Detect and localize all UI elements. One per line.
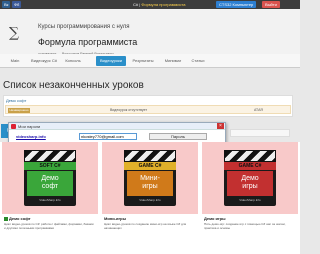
card-screen-line1: Демо <box>241 175 259 182</box>
card-band-label: SOFT C# <box>24 162 76 170</box>
vk-link[interactable]: Вк <box>2 1 11 8</box>
lesson-status-badge: Незавершено <box>8 108 30 113</box>
dialog-titlebar[interactable]: Мои пароли × <box>9 123 225 130</box>
close-icon[interactable]: × <box>217 123 224 129</box>
card-foot: VideoSharp.Info <box>39 198 61 202</box>
tab-articles[interactable]: Статьи <box>188 56 208 66</box>
background-cell <box>230 129 290 137</box>
course-cards: SOFT C# Демо софт VideoSharp.Info Демо с… <box>0 142 300 254</box>
logout-button[interactable]: Выйти <box>262 1 280 8</box>
card-screen-line2: игры <box>142 183 158 190</box>
clapper-top <box>224 150 276 162</box>
lesson-title[interactable]: Демо софт <box>6 98 26 103</box>
card-title[interactable]: Демо софт <box>4 216 31 221</box>
clapper-top <box>24 150 76 162</box>
card-description: Цикл видео-уроков по C#: работа с файлам… <box>4 222 94 230</box>
card-foot: VideoSharp.Info <box>239 198 261 202</box>
email-field[interactable]: nkostey770@gmail.com <box>79 133 137 140</box>
fb-link[interactable]: Фб <box>12 1 22 8</box>
tab-videolessons[interactable]: Видеоуроки <box>96 56 126 66</box>
tab-results[interactable]: Результаты <box>130 56 156 66</box>
card-foot: VideoSharp.Info <box>139 198 161 202</box>
site-link[interactable]: videosharp.info <box>16 133 71 140</box>
card-title[interactable]: Демо игры <box>204 216 226 221</box>
card-description: Пять демо-игр: создание игр с помощью C#… <box>204 222 286 230</box>
clapperboard-icon[interactable]: SOFT C# Демо софт VideoSharp.Info <box>24 162 76 206</box>
card-title-text: Демо софт <box>9 216 31 221</box>
tab-videocourse[interactable]: Видеокурс C# <box>28 56 60 66</box>
card-screen-line2: игры <box>242 183 258 190</box>
course-card[interactable]: GAME C# Мини- игры VideoSharp.Info Мини-… <box>102 142 198 254</box>
tab-main[interactable]: Main <box>6 56 24 66</box>
card-band-label: GAME C# <box>124 162 176 170</box>
course-card[interactable]: GAME C# Демо игры VideoSharp.Info Демо и… <box>202 142 298 254</box>
top-bar-title: C# | Формула программиста <box>133 1 186 8</box>
card-title-text: Демо игры <box>204 216 226 221</box>
card-screen: Демо софт <box>27 171 73 196</box>
unfinished-lesson-panel: Демо софт Незавершено Видеоурок отсутств… <box>3 95 293 117</box>
card-screen-line1: Мини- <box>140 175 160 182</box>
top-bar-highlight[interactable]: Формула программиста <box>141 2 185 7</box>
page-title: Список незаконченных уроков <box>3 80 144 91</box>
lesson-row-text: Видеоурок отсутствует <box>110 108 148 112</box>
card-screen-line2: софт <box>41 183 59 190</box>
site-header: ∑ Курсы программирования с нуля Формула … <box>0 9 300 56</box>
main-nav: Main Видеокурс C# Консоль Видеоуроки Рез… <box>0 54 300 68</box>
card-screen: Демо игры <box>227 171 273 196</box>
card-description: Цикл видео-уроков по созданию мини-игр н… <box>104 222 187 230</box>
card-title[interactable]: Мини-игры <box>104 216 126 221</box>
card-band-label: GAME C# <box>224 162 276 170</box>
lesson-row-right: АТАЯ <box>254 108 263 112</box>
status-dot-icon <box>4 216 8 221</box>
tab-minimag[interactable]: Минимаг <box>162 56 184 66</box>
site-logo-icon[interactable]: ∑ <box>5 24 23 42</box>
clapper-top <box>124 150 176 162</box>
header-subtitle: Курсы программирования с нуля <box>38 24 130 30</box>
top-bar: Вк Фб C# | Формула программиста CTS32 Ко… <box>0 0 300 9</box>
dialog-title: Мои пароли <box>18 124 41 129</box>
course-card[interactable]: SOFT C# Демо софт VideoSharp.Info Демо с… <box>2 142 98 254</box>
card-screen-line1: Демо <box>41 175 59 182</box>
clapperboard-icon[interactable]: GAME C# Демо игры VideoSharp.Info <box>224 162 276 206</box>
header-title: Формула программиста <box>38 37 138 47</box>
lesson-row[interactable]: Незавершено Видеоурок отсутствует АТАЯ <box>5 105 291 114</box>
top-bar-prefix: C# | <box>133 2 141 7</box>
tab-console[interactable]: Консоль <box>62 56 84 66</box>
card-screen: Мини- игры <box>127 171 173 196</box>
password-button[interactable]: Пароль <box>149 133 207 140</box>
clapperboard-icon[interactable]: GAME C# Мини- игры VideoSharp.Info <box>124 162 176 206</box>
password-row: videosharp.info nkostey770@gmail.com Пар… <box>9 132 225 141</box>
login-button[interactable]: CTS32 Компьютер <box>216 1 257 8</box>
card-title-text: Мини-игры <box>104 216 126 221</box>
app-icon <box>11 124 16 129</box>
